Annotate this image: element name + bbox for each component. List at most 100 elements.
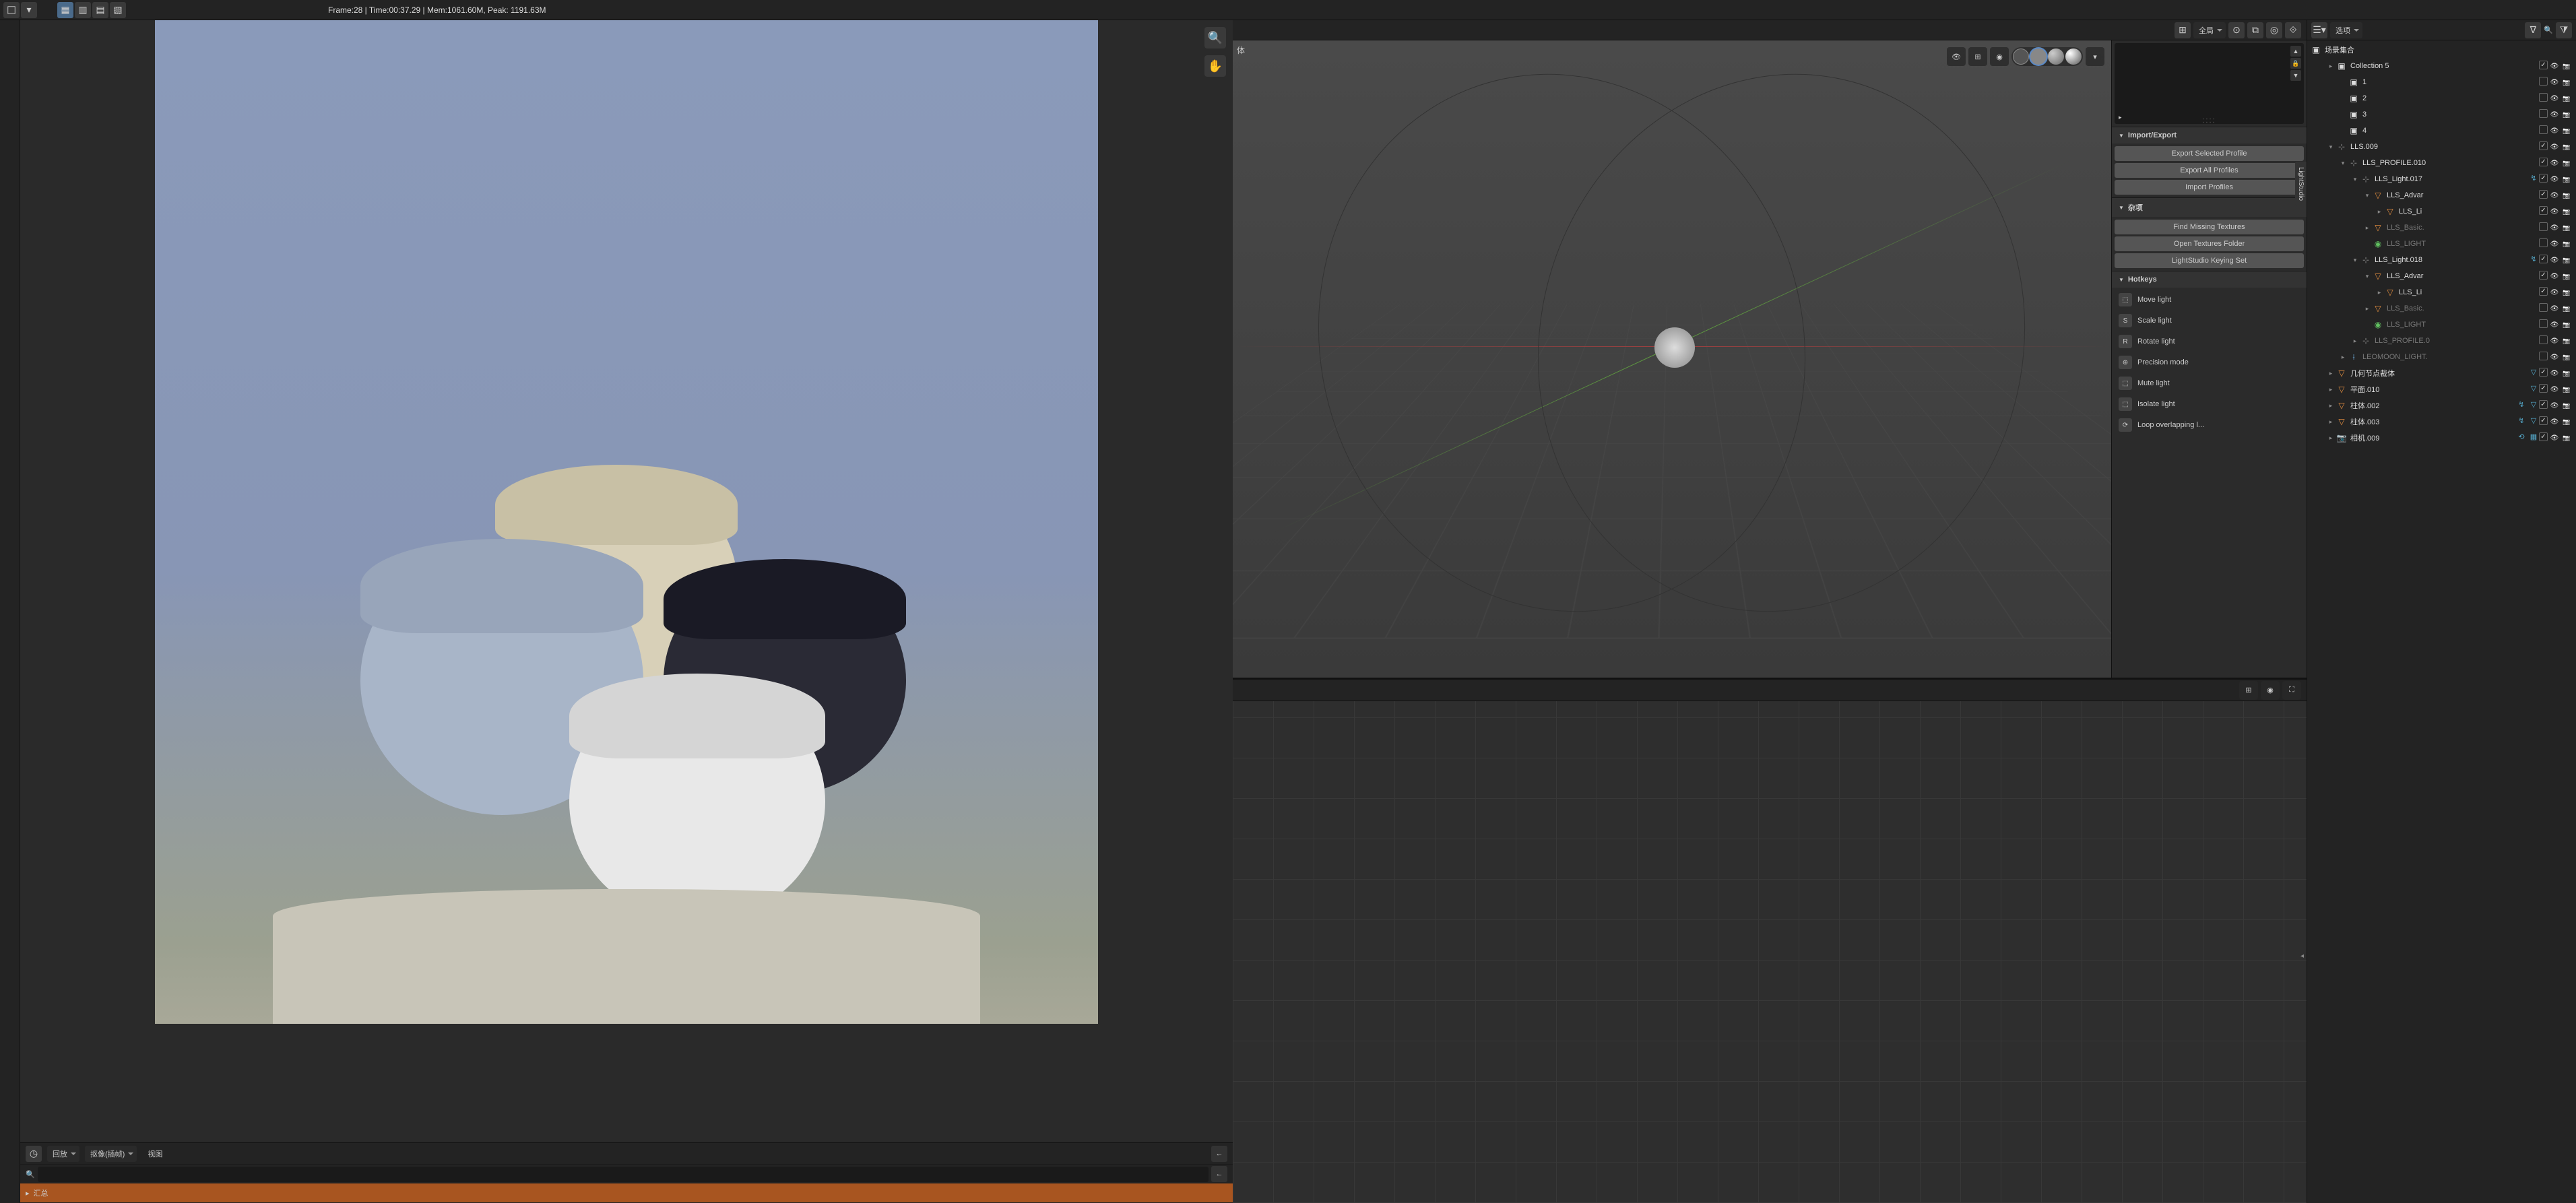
outliner-filter-icon[interactable]: ∇ bbox=[2525, 22, 2541, 38]
render-visibility-icon[interactable] bbox=[2561, 432, 2572, 443]
viewport-3d-canvas[interactable]: 体 👁 ⊞ ◉ ▾ bbox=[1233, 40, 2111, 678]
visibility-icon[interactable] bbox=[2549, 400, 2560, 411]
outliner-editor-icon[interactable]: ☰▾ bbox=[2311, 22, 2327, 38]
render-visibility-icon[interactable] bbox=[2561, 368, 2572, 379]
render-visibility-icon[interactable] bbox=[2561, 271, 2572, 282]
visibility-icon[interactable] bbox=[2549, 271, 2560, 282]
restrict-checkbox[interactable] bbox=[2539, 303, 2548, 312]
tree-row[interactable]: ▣ 3 bbox=[2307, 106, 2576, 123]
pan-icon[interactable]: ✋ bbox=[1204, 55, 1226, 77]
restrict-checkbox[interactable] bbox=[2539, 384, 2548, 393]
restrict-checkbox[interactable] bbox=[2539, 352, 2548, 360]
tree-row[interactable]: ▸ ▽ 柱体.002 ↯▽ bbox=[2307, 397, 2576, 414]
tree-toggle[interactable]: ▸ bbox=[2375, 208, 2384, 216]
render-visibility-icon[interactable] bbox=[2561, 141, 2572, 152]
summary-row[interactable]: ▸ 汇总 bbox=[20, 1183, 1233, 1202]
tree-toggle[interactable]: ▸ bbox=[2362, 224, 2372, 232]
import-profiles-button[interactable]: Import Profiles bbox=[2115, 180, 2304, 195]
shading-rendered[interactable] bbox=[2065, 48, 2082, 65]
restrict-checkbox[interactable] bbox=[2539, 255, 2548, 263]
tree-row[interactable]: ▸ ▽ 平面.010 ▽ bbox=[2307, 381, 2576, 397]
restrict-checkbox[interactable] bbox=[2539, 174, 2548, 183]
display-mode-4-icon[interactable]: ▧ bbox=[110, 2, 126, 18]
view-menu[interactable]: 视图 bbox=[142, 1148, 168, 1159]
render-visibility-icon[interactable] bbox=[2561, 206, 2572, 217]
tree-row[interactable]: ▣ 1 bbox=[2307, 74, 2576, 90]
render-visibility-icon[interactable] bbox=[2561, 400, 2572, 411]
tree-row[interactable]: ▾ ⊹ LLS_Light.018 ↯ bbox=[2307, 252, 2576, 268]
preview-up-icon[interactable]: ▲ bbox=[2290, 46, 2301, 57]
render-visibility-icon[interactable] bbox=[2561, 190, 2572, 201]
render-visibility-icon[interactable] bbox=[2561, 416, 2572, 427]
proportional-icon[interactable]: ◎ bbox=[2266, 22, 2282, 38]
tree-row[interactable]: ▸ ▽ LLS_Basic. bbox=[2307, 220, 2576, 236]
shading-wireframe[interactable] bbox=[2013, 48, 2029, 65]
render-visibility-icon[interactable] bbox=[2561, 93, 2572, 104]
visibility-icon[interactable] bbox=[2549, 432, 2560, 443]
render-visibility-icon[interactable] bbox=[2561, 303, 2572, 314]
restrict-checkbox[interactable] bbox=[2539, 190, 2548, 199]
tree-toggle[interactable]: ▸ bbox=[2326, 386, 2336, 393]
tree-row[interactable]: ▸ ⊹ LLS_PROFILE.0 bbox=[2307, 333, 2576, 349]
tree-toggle[interactable]: ▸ bbox=[2326, 402, 2336, 410]
tree-toggle[interactable]: ▾ bbox=[2362, 273, 2372, 280]
restrict-checkbox[interactable] bbox=[2539, 432, 2548, 441]
tree-toggle[interactable]: ▸ bbox=[2326, 418, 2336, 426]
visibility-icon[interactable] bbox=[2549, 303, 2560, 314]
outliner-options-dropdown[interactable]: 选项 bbox=[2330, 22, 2362, 38]
restrict-checkbox[interactable] bbox=[2539, 222, 2548, 231]
search-back-button[interactable]: ← bbox=[1211, 1166, 1227, 1182]
snap-icon[interactable]: ⊞ bbox=[2175, 22, 2191, 38]
visibility-icon[interactable] bbox=[2549, 384, 2560, 395]
restrict-checkbox[interactable] bbox=[2539, 109, 2548, 118]
tree-toggle[interactable]: ▸ bbox=[2338, 354, 2348, 361]
visibility-icon[interactable] bbox=[2549, 319, 2560, 330]
pivot-icon[interactable]: ⊙ bbox=[2228, 22, 2245, 38]
scene-collection-row[interactable]: ▣ 场景集合 bbox=[2307, 42, 2576, 58]
tree-toggle[interactable]: ▸ bbox=[2350, 337, 2360, 345]
restrict-checkbox[interactable] bbox=[2539, 141, 2548, 150]
shading-dropdown-icon[interactable]: ▾ bbox=[2086, 47, 2104, 66]
tree-toggle[interactable]: ▸ bbox=[2326, 434, 2336, 442]
visibility-icon[interactable] bbox=[2549, 255, 2560, 265]
tree-toggle[interactable]: ▾ bbox=[2338, 160, 2348, 167]
shading-solid[interactable] bbox=[2030, 48, 2047, 65]
tree-toggle[interactable]: ▸ bbox=[2326, 63, 2336, 70]
tree-row[interactable]: ▸ ▽ 几何节点裁体 ▽ bbox=[2307, 365, 2576, 381]
tree-toggle[interactable]: ▾ bbox=[2362, 192, 2372, 199]
timeline-search-input[interactable] bbox=[38, 1167, 1209, 1182]
visibility-icon[interactable] bbox=[2549, 141, 2560, 152]
tree-row[interactable]: ▸ ▣ Collection 5 bbox=[2307, 58, 2576, 74]
tree-toggle[interactable]: ▸ bbox=[2375, 289, 2384, 296]
preview-down-icon[interactable]: ▼ bbox=[2290, 70, 2301, 81]
tree-row[interactable]: ▣ 2 bbox=[2307, 90, 2576, 106]
find-missing-button[interactable]: Find Missing Textures bbox=[2115, 220, 2304, 234]
lower-expand-icon[interactable]: ⛶ bbox=[2282, 681, 2301, 700]
display-mode-3-icon[interactable]: ▤ bbox=[92, 2, 108, 18]
restrict-checkbox[interactable] bbox=[2539, 61, 2548, 69]
render-visibility-icon[interactable] bbox=[2561, 158, 2572, 168]
tree-row[interactable]: ▸ ⟊ LEOMOON_LIGHT. bbox=[2307, 349, 2576, 365]
tree-row[interactable]: ▾ ⊹ LLS.009 bbox=[2307, 139, 2576, 155]
mode-dropdown-icon[interactable]: ▾ bbox=[21, 2, 37, 18]
hotkeys-header[interactable]: Hotkeys bbox=[2112, 271, 2307, 288]
tree-toggle[interactable]: ▾ bbox=[2350, 176, 2360, 183]
restrict-checkbox[interactable] bbox=[2539, 271, 2548, 280]
visibility-icon[interactable] bbox=[2549, 109, 2560, 120]
tree-toggle[interactable]: ▸ bbox=[2326, 370, 2336, 377]
restrict-checkbox[interactable] bbox=[2539, 400, 2548, 409]
restrict-checkbox[interactable] bbox=[2539, 206, 2548, 215]
extra-icon[interactable]: ⟐ bbox=[2285, 22, 2301, 38]
render-visibility-icon[interactable] bbox=[2561, 238, 2572, 249]
visibility-icon[interactable] bbox=[2549, 125, 2560, 136]
render-viewport[interactable]: 🔍 ✋ bbox=[20, 20, 1233, 1142]
tree-row[interactable]: ▣ 4 bbox=[2307, 123, 2576, 139]
render-visibility-icon[interactable] bbox=[2561, 125, 2572, 136]
back-button[interactable]: ← bbox=[1211, 1146, 1227, 1162]
visibility-icon[interactable] bbox=[2549, 416, 2560, 427]
snap-toggle-icon[interactable]: ⧉ bbox=[2247, 22, 2263, 38]
restrict-checkbox[interactable] bbox=[2539, 287, 2548, 296]
tree-row[interactable]: ▸ ▽ LLS_Li bbox=[2307, 203, 2576, 220]
tree-row[interactable]: ▾ ▽ LLS_Advar bbox=[2307, 268, 2576, 284]
zoom-icon[interactable]: 🔍 bbox=[1204, 27, 1226, 48]
